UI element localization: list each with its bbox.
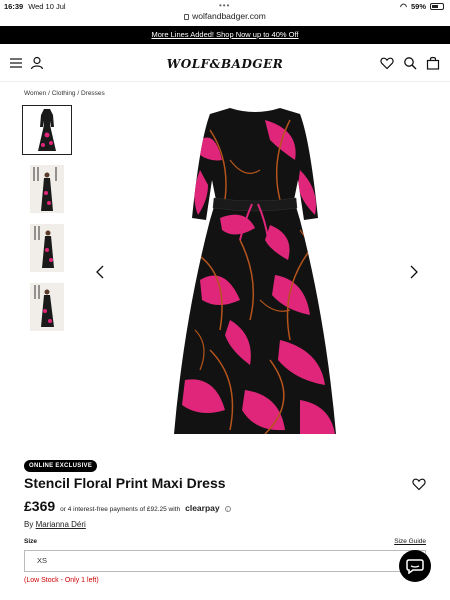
thumbnail-1[interactable] <box>22 105 72 155</box>
thumbnail-4[interactable] <box>22 282 72 332</box>
price-row: £369 or 4 interest-free payments of £92.… <box>24 498 231 514</box>
product-title: Stencil Floral Print Maxi Dress <box>24 475 226 491</box>
online-exclusive-badge: ONLINE EXCLUSIVE <box>24 460 98 472</box>
tab-dots-icon[interactable]: ••• <box>219 1 230 10</box>
size-select[interactable]: XS <box>24 550 426 572</box>
size-label: Size <box>24 538 38 545</box>
chat-bubble-icon <box>406 559 424 574</box>
model-thumbnail-image <box>30 283 64 331</box>
thumbnail-3[interactable] <box>22 223 72 273</box>
thumbnail-2[interactable] <box>22 164 72 214</box>
model-thumbnail-image <box>30 224 64 272</box>
designer-link[interactable]: Marianna Déri <box>36 520 86 529</box>
battery-fill <box>432 5 438 8</box>
status-left: 16:39 Wed 10 Jul <box>4 2 66 11</box>
lock-icon <box>184 14 190 20</box>
clearpay-logo: clearpay <box>185 503 220 513</box>
battery-percent: 59% <box>410 2 426 11</box>
dress-thumbnail-image <box>38 109 56 151</box>
battery-icon <box>430 3 444 10</box>
by-prefix: By <box>24 520 34 529</box>
product-price: £369 <box>24 498 56 514</box>
installments-text: or 4 interest-free payments of £92.25 wi… <box>60 506 181 513</box>
promo-banner[interactable]: More Lines Added! Shop Now up to 40% Off <box>0 26 450 44</box>
status-date: Wed 10 Jul <box>28 2 66 11</box>
site-header: WOLF&BADGER <box>0 44 450 82</box>
info-icon[interactable]: i <box>224 506 231 512</box>
previous-image-arrow-icon[interactable] <box>94 264 106 280</box>
wifi-icon: ◠ <box>400 2 407 11</box>
url-text: wolfandbadger.com <box>192 11 266 21</box>
ios-status-bar: 16:39 Wed 10 Jul ••• wolfandbadger.com ◠… <box>0 0 450 26</box>
status-right: ◠ 59% <box>400 2 444 11</box>
size-guide-link[interactable]: Size Guide <box>394 538 426 545</box>
model-thumbnail-image <box>30 165 64 213</box>
main-product-image[interactable] <box>170 100 340 440</box>
breadcrumb[interactable]: Women / Clothing / Dresses <box>24 90 105 97</box>
designer-row: By Marianna Déri <box>24 520 86 529</box>
stock-warning: (Low Stock - Only 1 left) <box>24 577 99 584</box>
address-bar[interactable]: wolfandbadger.com <box>0 11 450 21</box>
chat-button[interactable] <box>399 550 431 582</box>
promo-link[interactable]: More Lines Added! Shop Now up to 40% Off <box>151 30 298 39</box>
status-time: 16:39 <box>4 2 24 11</box>
next-image-arrow-icon[interactable] <box>408 264 420 280</box>
wishlist-heart-icon[interactable] <box>380 56 394 70</box>
shopping-bag-icon[interactable] <box>426 56 440 70</box>
add-to-wishlist-heart-icon[interactable] <box>412 477 426 491</box>
search-icon[interactable] <box>403 56 417 70</box>
